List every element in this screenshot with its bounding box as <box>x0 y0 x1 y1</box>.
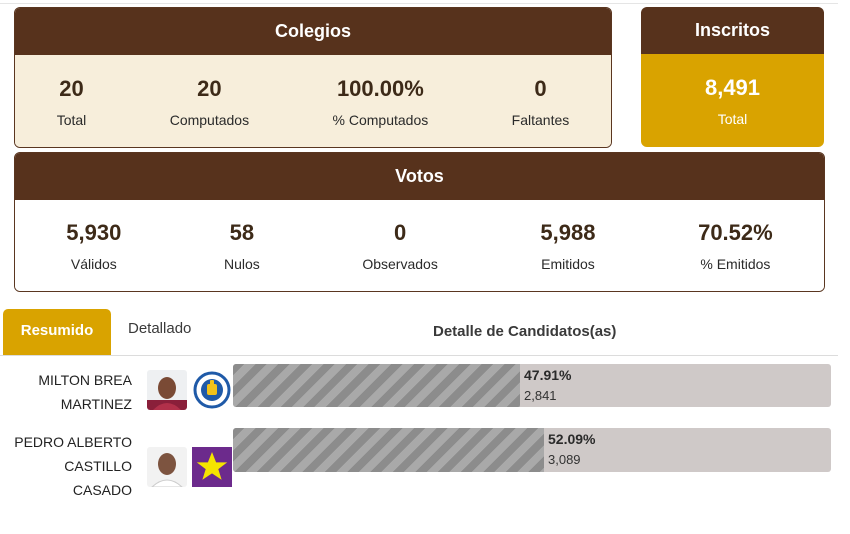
top-divider <box>0 3 838 4</box>
stat-label: Total <box>56 111 87 128</box>
candidate-name-line: CASADO <box>72 482 132 498</box>
star-party-logo-icon <box>192 447 232 487</box>
inscritos-stat-total: 8,491 Total <box>705 75 760 127</box>
stat-value: 20 <box>197 75 222 101</box>
votos-title: Votos <box>15 153 824 200</box>
prm-party-logo-icon <box>192 370 232 410</box>
stat-label: Observados <box>362 256 438 272</box>
stat-value: 0 <box>534 75 547 101</box>
votos-stat-nulos: 58 Nulos <box>224 220 260 272</box>
stat-value: 100.00% <box>336 75 424 101</box>
colegios-stat-faltantes: 0 Faltantes <box>512 76 570 128</box>
tab-detallado[interactable]: Detallado <box>128 309 191 355</box>
stat-value: 8,491 <box>704 74 761 100</box>
stat-value: 20 <box>59 75 84 101</box>
detail-title: Detalle de Candidatos(as) <box>433 323 617 340</box>
candidate-photo <box>147 370 187 410</box>
candidate-bar-fill <box>233 428 544 472</box>
candidate-bar-track: 52.09% 3,089 <box>233 428 831 472</box>
candidate-bar-fill <box>233 364 520 407</box>
votos-stat-pct-emitidos: 70.52% % Emitidos <box>698 220 773 272</box>
candidate-votes: 2,841 <box>524 388 557 403</box>
candidate-percent: 52.09% <box>548 431 596 447</box>
stat-label: Computados <box>169 111 250 128</box>
stat-value: 70.52% <box>698 220 773 245</box>
candidate-bar-track: 47.91% 2,841 <box>233 364 831 407</box>
candidate-name-line: PEDRO ALBERTO <box>14 434 132 450</box>
inscritos-body: 8,491 Total <box>641 54 824 147</box>
stat-value: 58 <box>229 220 255 245</box>
results-tabs: Resumido Detallado Detalle de Candidatos… <box>0 309 838 356</box>
votos-stat-emitidos: 5,988 Emitidos <box>540 220 595 272</box>
colegios-stat-computados: 20 Computados <box>170 76 249 128</box>
stat-label: Total <box>717 110 748 127</box>
votos-stats: 5,930 Válidos 58 Nulos 0 Observados 5,98… <box>15 200 824 291</box>
candidate-photo <box>147 447 187 487</box>
candidate-votes: 3,089 <box>548 452 581 467</box>
candidate-name-line: CASTILLO <box>64 458 132 474</box>
stat-value: 5,988 <box>540 220 596 245</box>
candidate-name-line: MARTINEZ <box>60 396 132 412</box>
tab-resumido[interactable]: Resumido <box>3 309 111 355</box>
stat-label: % Computados <box>332 111 429 128</box>
stat-label: % Emitidos <box>700 256 771 272</box>
stat-label: Emitidos <box>541 256 595 272</box>
votos-card: Votos 5,930 Válidos 58 Nulos 0 Observado… <box>14 152 825 292</box>
inscritos-title: Inscritos <box>641 7 824 54</box>
votos-stat-validos: 5,930 Válidos <box>66 220 121 272</box>
colegios-title: Colegios <box>15 8 611 55</box>
colegios-stat-total: 20 Total <box>57 76 87 128</box>
colegios-stats: 20 Total 20 Computados 100.00% % Computa… <box>15 55 611 147</box>
stat-value: 5,930 <box>66 220 122 245</box>
colegios-stat-pct-computados: 100.00% % Computados <box>333 76 429 128</box>
stat-label: Nulos <box>223 256 260 272</box>
candidate-percent: 47.91% <box>524 367 572 383</box>
candidate-name-line: MILTON BREA <box>38 372 132 388</box>
stat-value: 0 <box>393 220 407 245</box>
stat-label: Faltantes <box>511 111 570 128</box>
candidate-name: MILTON BREA MARTINEZ <box>0 368 132 416</box>
stat-label: Válidos <box>70 256 117 272</box>
inscritos-card: Inscritos 8,491 Total <box>641 7 824 147</box>
candidate-name: PEDRO ALBERTO CASTILLO CASADO <box>0 430 132 502</box>
votos-stat-observados: 0 Observados <box>362 220 437 272</box>
colegios-card: Colegios 20 Total 20 Computados 100.00% … <box>14 7 612 148</box>
